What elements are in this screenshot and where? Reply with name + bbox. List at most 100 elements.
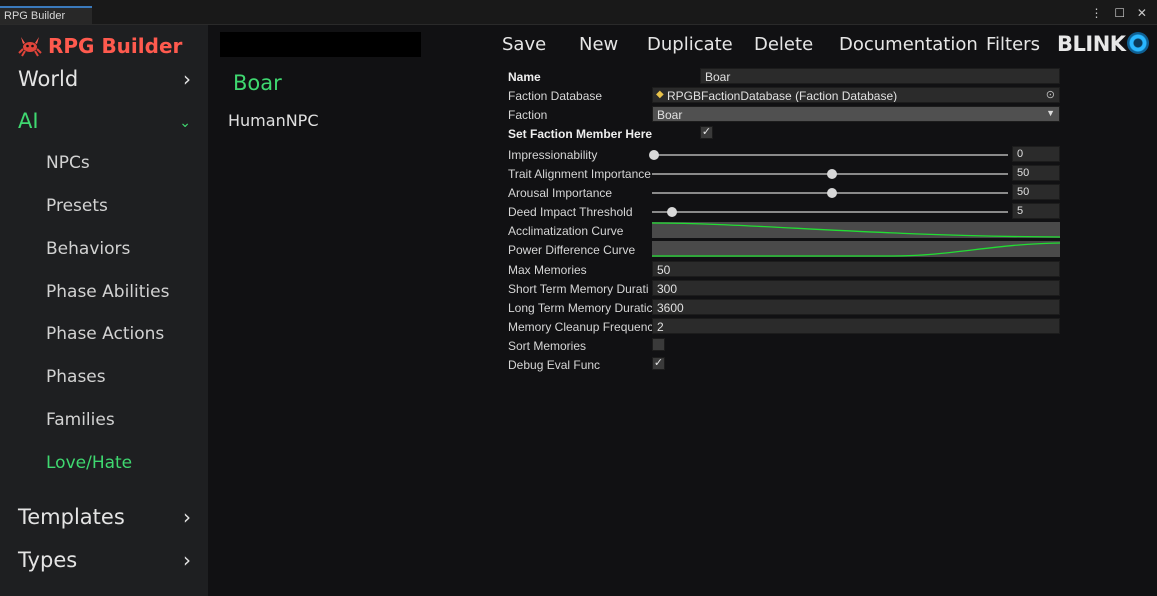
faction-label: Faction (508, 108, 548, 122)
arousal-importance-slider-knob[interactable] (827, 188, 837, 198)
impressionability-value[interactable]: 0 (1012, 146, 1060, 162)
filters-button[interactable]: Filters (986, 34, 1040, 55)
long-term-memory-row: Long Term Memory Duratic 3600 (508, 299, 1068, 317)
max-memories-label: Max Memories (508, 263, 587, 277)
debug-eval-row: Debug Eval Func ✓ (508, 356, 1068, 374)
memory-cleanup-field[interactable]: 2 (652, 318, 1060, 334)
sidebar-item-love-hate[interactable]: Love/Hate (46, 453, 132, 473)
faction-database-value: RPGBFactionDatabase (Faction Database) (667, 89, 898, 103)
short-term-memory-label: Short Term Memory Durati (508, 282, 649, 296)
sidebar-item-templates[interactable]: Templates › (18, 505, 193, 529)
name-label: Name (508, 70, 541, 84)
faction-database-label: Faction Database (508, 89, 603, 103)
deed-impact-row: Deed Impact Threshold 5 (508, 203, 1068, 221)
list-item[interactable]: HumanNPC (228, 111, 319, 130)
acclimatization-curve-field[interactable] (652, 222, 1060, 238)
sidebar-item-label: Types (18, 548, 78, 572)
impressionability-slider-knob[interactable] (649, 150, 659, 160)
arousal-importance-value[interactable]: 50 (1012, 184, 1060, 200)
brand-logo: RPG Builder (18, 32, 182, 60)
sort-memories-row: Sort Memories (508, 337, 1068, 355)
deed-impact-slider-track[interactable] (652, 211, 1008, 213)
window-tab-bar: RPG Builder ⋮ ☐ ✕ (0, 0, 1157, 25)
set-faction-label: Set Faction Member Here (508, 127, 653, 141)
deed-impact-slider-knob[interactable] (666, 207, 677, 217)
sort-memories-label: Sort Memories (508, 339, 587, 353)
set-faction-checkbox[interactable]: ✓ (700, 126, 713, 139)
long-term-memory-field[interactable]: 3600 (652, 299, 1060, 315)
power-difference-curve-row: Power Difference Curve (508, 241, 1068, 259)
documentation-button[interactable]: Documentation (839, 34, 978, 55)
name-field[interactable]: Boar (700, 68, 1060, 84)
short-term-memory-row: Short Term Memory Durati 300 (508, 280, 1068, 298)
crab-logo-icon (18, 37, 42, 57)
power-difference-curve-graph (652, 242, 1060, 257)
impressionability-label: Impressionability (508, 148, 598, 162)
deed-impact-value[interactable]: 5 (1012, 203, 1060, 219)
sidebar-item-phase-abilities[interactable]: Phase Abilities (46, 282, 169, 302)
chevron-right-icon: › (183, 505, 191, 529)
impressionability-row: Impressionability 0 (508, 146, 1068, 164)
sidebar-item-families[interactable]: Families (46, 410, 115, 430)
debug-eval-checkbox[interactable]: ✓ (652, 357, 665, 370)
search-input[interactable] (220, 32, 421, 57)
list-item-selected[interactable]: Boar (233, 71, 282, 95)
sidebar-item-behaviors[interactable]: Behaviors (46, 239, 130, 259)
chevron-right-icon: › (183, 67, 191, 91)
sidebar-item-npcs[interactable]: NPCs (46, 153, 90, 173)
entry-list-panel: Boar HumanNPC (208, 25, 495, 596)
blink-logo-text: BLINK (1057, 32, 1126, 56)
acclimatization-curve-row: Acclimatization Curve (508, 222, 1068, 240)
chevron-right-icon: › (183, 548, 191, 572)
name-row: Name Boar (508, 68, 1068, 86)
chevron-down-icon: ⌄ (179, 115, 191, 131)
max-memories-row: Max Memories 50 (508, 261, 1068, 279)
short-term-memory-field[interactable]: 300 (652, 280, 1060, 296)
power-difference-curve-field[interactable] (652, 241, 1060, 257)
max-memories-field[interactable]: 50 (652, 261, 1060, 277)
sidebar-item-phase-actions[interactable]: Phase Actions (46, 324, 164, 344)
duplicate-button[interactable]: Duplicate (647, 34, 733, 55)
window-controls[interactable]: ⋮ ☐ ✕ (1091, 6, 1151, 20)
sidebar-item-ai[interactable]: AI ⌄ (18, 109, 193, 133)
trait-alignment-value[interactable]: 50 (1012, 165, 1060, 181)
acclimatization-curve-label: Acclimatization Curve (508, 224, 624, 238)
faction-database-field[interactable]: ◆ RPGBFactionDatabase (Faction Database)… (652, 87, 1060, 103)
brand-name: RPG Builder (48, 34, 183, 58)
save-button[interactable]: Save (502, 34, 546, 55)
blink-logo-icon (1127, 32, 1149, 54)
faction-value: Boar (657, 108, 683, 122)
sidebar-item-label: Templates (18, 505, 125, 529)
object-picker-icon[interactable]: ⊙ (1046, 88, 1055, 101)
sidebar-item-label: World (18, 67, 79, 91)
trait-alignment-slider-knob[interactable] (827, 169, 837, 179)
faction-row: Faction Boar ▼ (508, 106, 1068, 124)
sidebar-item-phases[interactable]: Phases (46, 367, 106, 387)
trait-alignment-label: Trait Alignment Importance (508, 167, 651, 181)
acclimatization-curve-graph (652, 222, 1060, 238)
long-term-memory-label: Long Term Memory Duratic (508, 301, 652, 315)
database-asset-icon: ◆ (656, 89, 664, 100)
sidebar-item-label: AI (18, 109, 39, 133)
set-faction-row: Set Faction Member Here ✓ (508, 125, 1068, 143)
memory-cleanup-row: Memory Cleanup Frequenc 2 (508, 318, 1068, 336)
new-button[interactable]: New (579, 34, 618, 55)
arousal-importance-label: Arousal Importance (508, 186, 613, 200)
sort-memories-checkbox[interactable] (652, 338, 665, 351)
faction-database-row: Faction Database ◆ RPGBFactionDatabase (… (508, 87, 1068, 105)
sidebar-item-presets[interactable]: Presets (46, 196, 108, 216)
faction-dropdown[interactable]: Boar ▼ (652, 106, 1060, 122)
checkmark-icon: ✓ (653, 357, 664, 369)
arousal-importance-row: Arousal Importance 50 (508, 184, 1068, 202)
power-difference-curve-label: Power Difference Curve (508, 243, 636, 257)
debug-eval-label: Debug Eval Func (508, 358, 601, 372)
sidebar-item-types[interactable]: Types › (18, 548, 193, 572)
sidebar: RPG Builder World › AI ⌄ NPCs Presets Be… (0, 25, 208, 596)
window-tab[interactable]: RPG Builder (0, 6, 92, 24)
impressionability-slider-track[interactable] (652, 154, 1008, 156)
checkmark-icon: ✓ (701, 126, 712, 138)
sidebar-item-world[interactable]: World › (18, 67, 193, 91)
delete-button[interactable]: Delete (754, 34, 813, 55)
dropdown-arrow-icon: ▼ (1046, 108, 1055, 118)
deed-impact-label: Deed Impact Threshold (508, 205, 633, 219)
